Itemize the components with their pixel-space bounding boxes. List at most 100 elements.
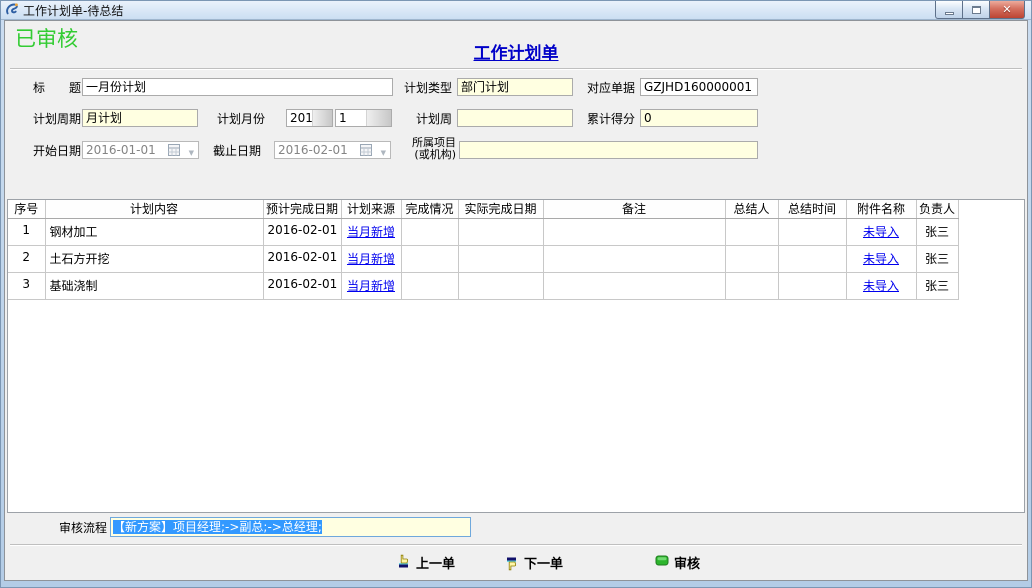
total-score-value: 0 (644, 111, 652, 125)
end-date-label: 截止日期 (209, 143, 261, 159)
project-label: 所属项目 (或机构) (402, 137, 456, 161)
cell-attachment: 未导入 (846, 272, 916, 299)
cell-content: 土石方开挖 (45, 245, 263, 272)
cell-actual-date (458, 218, 543, 245)
col-remark[interactable]: 备注 (543, 200, 725, 218)
cell-summarizer (725, 245, 778, 272)
cell-expected-date: 2016-02-01 (263, 272, 341, 299)
cell-summary-time (778, 272, 846, 299)
plan-week-input[interactable] (457, 109, 573, 127)
cell-owner: 张三 (916, 272, 958, 299)
spinner-gradient (312, 110, 332, 126)
plan-items-table: 序号 计划内容 预计完成日期 计划来源 完成情况 实际完成日期 备注 总结人 总… (8, 200, 959, 300)
cell-source: 当月新增 (341, 245, 401, 272)
plan-cycle-value: 月计划 (86, 111, 122, 125)
audit-icon (655, 553, 669, 571)
col-content[interactable]: 计划内容 (45, 200, 263, 218)
window-title: 工作计划单-待总结 (23, 2, 123, 19)
next-doc-button[interactable]: 下一单 (505, 551, 563, 573)
start-date-label: 开始日期 (29, 143, 81, 159)
cell-content: 基础浇制 (45, 272, 263, 299)
minimize-button[interactable] (935, 1, 963, 19)
col-attachment[interactable]: 附件名称 (846, 200, 916, 218)
cell-attachment: 未导入 (846, 218, 916, 245)
cell-remark (543, 245, 725, 272)
cell-expected-date: 2016-02-01 (263, 218, 341, 245)
col-seq[interactable]: 序号 (8, 200, 45, 218)
attachment-link[interactable]: 未导入 (863, 252, 899, 266)
calendar-icon (168, 144, 180, 159)
cell-completion (401, 272, 458, 299)
close-button[interactable]: ✕ (989, 1, 1025, 19)
maximize-icon (972, 6, 981, 14)
cell-remark (543, 272, 725, 299)
doc-ref-label: 对应单据 (587, 80, 635, 96)
cell-actual-date (458, 272, 543, 299)
col-summarizer[interactable]: 总结人 (725, 200, 778, 218)
col-summary-time[interactable]: 总结时间 (778, 200, 846, 218)
maximize-button[interactable] (962, 1, 990, 19)
audit-label: 审核 (674, 553, 700, 572)
audit-button[interactable]: 审核 (655, 551, 700, 573)
close-icon: ✕ (1002, 3, 1011, 16)
project-input[interactable] (459, 141, 758, 159)
chevron-down-icon[interactable]: ▼ (381, 145, 386, 159)
prev-doc-button[interactable]: 上一单 (397, 551, 455, 573)
calendar-icon (360, 144, 372, 159)
table-row[interactable]: 2 土石方开挖 2016-02-01 当月新增 未导入 张三 (8, 245, 958, 272)
divider (10, 68, 1022, 70)
cell-summary-time (778, 245, 846, 272)
plan-type-input[interactable]: 部门计划 (457, 78, 573, 96)
title-label: 标 题 (29, 80, 81, 96)
review-flow-input[interactable]: 【新方案】项目经理;->副总;->总经理; (110, 517, 471, 537)
total-score-label: 累计得分 (587, 111, 635, 127)
cell-seq: 3 (8, 272, 45, 299)
cell-summarizer (725, 272, 778, 299)
plan-year-spinner[interactable]: 2016 (286, 109, 333, 127)
col-completion[interactable]: 完成情况 (401, 200, 458, 218)
cell-remark (543, 218, 725, 245)
plan-month-spinner[interactable]: 1 (335, 109, 392, 127)
divider (10, 544, 1022, 546)
cell-seq: 2 (8, 245, 45, 272)
window: 工作计划单-待总结 ✕ 已审核 工作计划单 标 题 一月份计划 计划类型 部门计… (0, 0, 1032, 588)
plan-cycle-input[interactable]: 月计划 (82, 109, 198, 127)
plan-items-grid: 序号 计划内容 预计完成日期 计划来源 完成情况 实际完成日期 备注 总结人 总… (7, 199, 1025, 513)
cell-completion (401, 245, 458, 272)
cell-owner: 张三 (916, 245, 958, 272)
source-link[interactable]: 当月新增 (347, 225, 395, 239)
col-expected-date[interactable]: 预计完成日期 (263, 200, 341, 218)
col-owner[interactable]: 负责人 (916, 200, 958, 218)
end-date-picker[interactable]: 2016-02-01 ▼ (274, 141, 391, 159)
cell-owner: 张三 (916, 218, 958, 245)
cell-summarizer (725, 218, 778, 245)
title-bar: 工作计划单-待总结 ✕ (1, 1, 1031, 20)
chevron-down-icon[interactable]: ▼ (189, 145, 194, 159)
col-source[interactable]: 计划来源 (341, 200, 401, 218)
cell-content: 钢材加工 (45, 218, 263, 245)
doc-ref-input[interactable]: GZJHD160000001 (640, 78, 758, 96)
window-controls: ✕ (936, 1, 1025, 19)
page-title: 工作计划单 (5, 39, 1027, 64)
next-doc-label: 下一单 (524, 553, 563, 572)
col-actual-date[interactable]: 实际完成日期 (458, 200, 543, 218)
hand-up-icon (397, 553, 411, 572)
cell-source: 当月新增 (341, 272, 401, 299)
title-input[interactable]: 一月份计划 (82, 78, 393, 96)
client-area: 已审核 工作计划单 标 题 一月份计划 计划类型 部门计划 对应单据 GZJHD… (4, 20, 1028, 581)
attachment-link[interactable]: 未导入 (863, 225, 899, 239)
start-date-picker[interactable]: 2016-01-01 ▼ (82, 141, 199, 159)
total-score-input[interactable]: 0 (640, 109, 758, 127)
source-link[interactable]: 当月新增 (347, 279, 395, 293)
table-row[interactable]: 3 基础浇制 2016-02-01 当月新增 未导入 张三 (8, 272, 958, 299)
attachment-link[interactable]: 未导入 (863, 279, 899, 293)
app-icon (5, 2, 19, 19)
project-label-line2: (或机构) (414, 148, 456, 161)
source-link[interactable]: 当月新增 (347, 252, 395, 266)
prev-doc-label: 上一单 (416, 553, 455, 572)
table-row[interactable]: 1 钢材加工 2016-02-01 当月新增 未导入 张三 (8, 218, 958, 245)
plan-week-label: 计划周 (404, 111, 452, 127)
minimize-icon (945, 12, 954, 15)
cell-actual-date (458, 245, 543, 272)
plan-type-value: 部门计划 (461, 80, 509, 94)
